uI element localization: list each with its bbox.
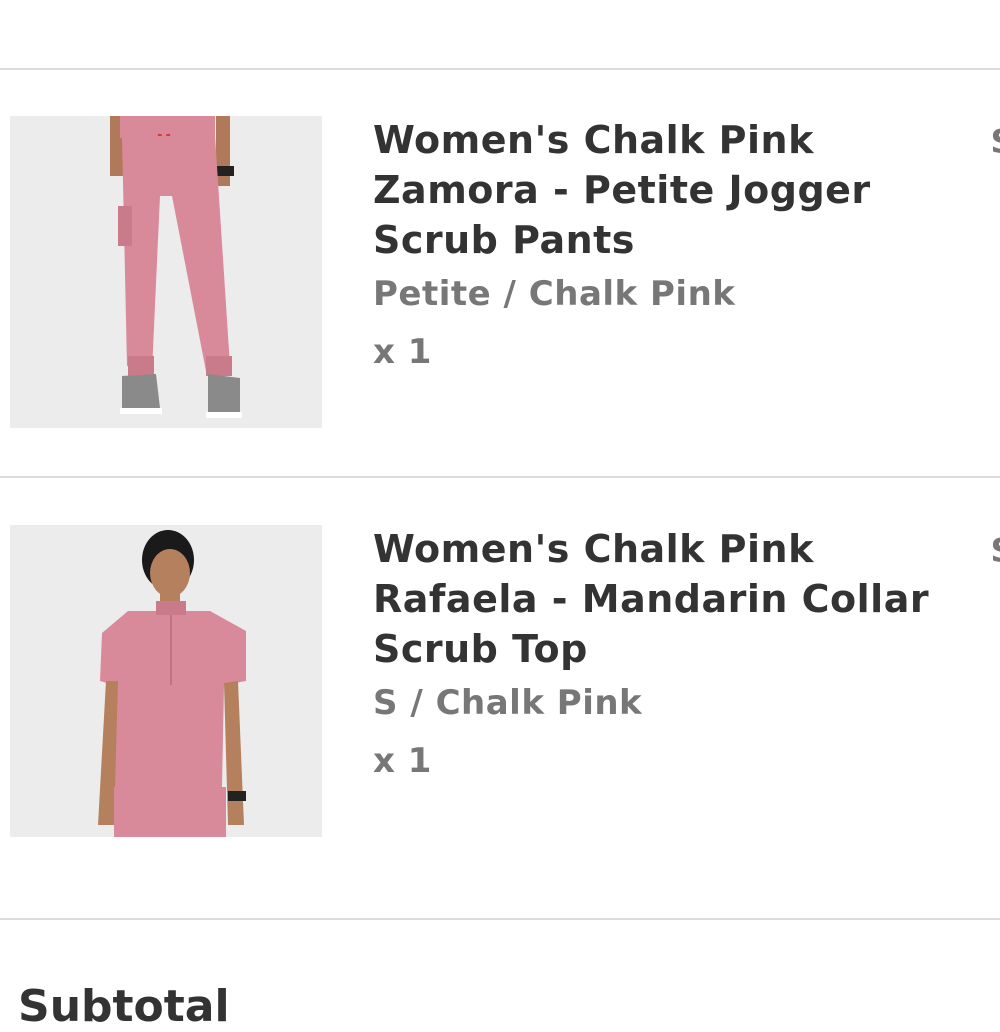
product-quantity: x 1 <box>373 332 432 372</box>
product-variant: S / Chalk Pink <box>373 683 643 723</box>
product-price: $ <box>990 524 1000 574</box>
item-divider <box>0 918 1000 920</box>
jogger-pants-illustration <box>10 116 322 428</box>
scrub-top-illustration <box>10 525 322 837</box>
subtotal-label: Subtotal <box>18 981 230 1032</box>
product-title[interactable]: Women's Chalk Pink Rafaela - Mandarin Co… <box>373 524 933 674</box>
product-image-scrub-top[interactable] <box>10 525 322 837</box>
item-divider <box>0 476 1000 478</box>
product-title[interactable]: Women's Chalk Pink Zamora - Petite Jogge… <box>373 115 933 265</box>
top-divider <box>0 68 1000 70</box>
cart-item-info: Women's Chalk Pink Zamora - Petite Jogge… <box>373 115 933 375</box>
cart-item-info: Women's Chalk Pink Rafaela - Mandarin Co… <box>373 524 933 784</box>
product-price: $ <box>990 115 1000 165</box>
product-image-jogger-pants[interactable] <box>10 116 322 428</box>
product-variant: Petite / Chalk Pink <box>373 274 736 314</box>
product-quantity: x 1 <box>373 741 432 781</box>
